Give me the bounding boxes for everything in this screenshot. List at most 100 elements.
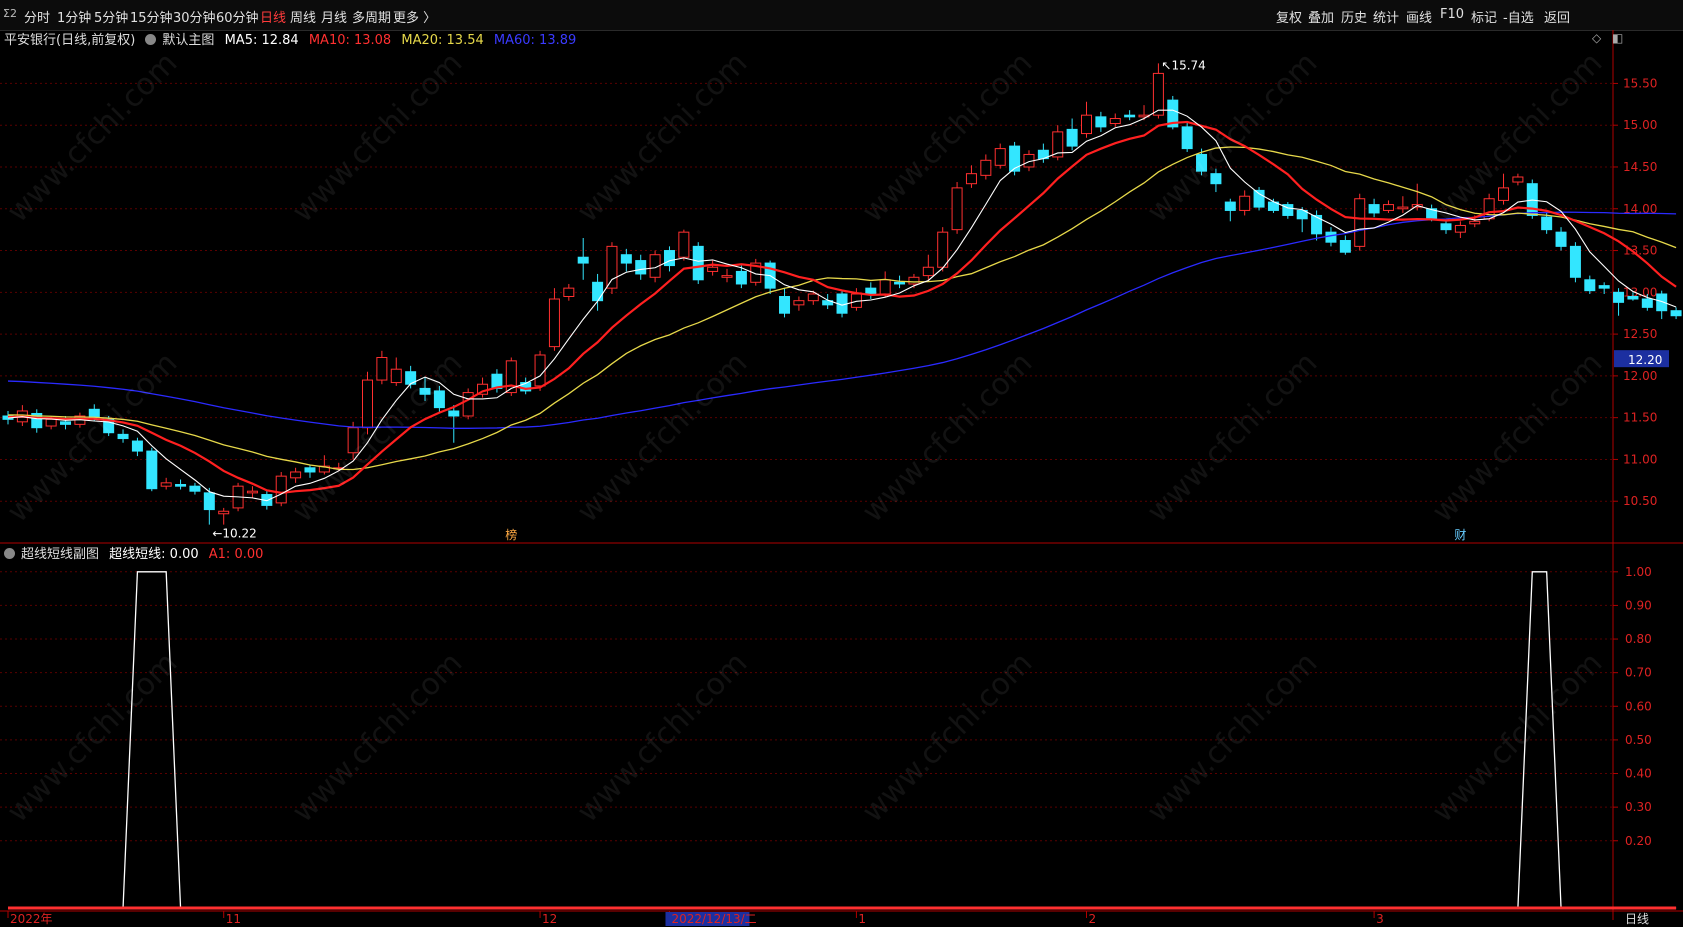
candle-body: [448, 410, 460, 417]
chart-canvas[interactable]: 15.5015.0014.5014.0013.5013.0012.5012.00…: [0, 0, 1683, 927]
candle-body: [175, 484, 187, 487]
candle-body: [1541, 216, 1553, 231]
candle-body: [1081, 114, 1092, 135]
candle-body: [735, 270, 747, 285]
candle-body: [663, 250, 675, 267]
indicator-menu-icon[interactable]: [4, 548, 15, 559]
candle: [131, 437, 143, 457]
candle: [1454, 221, 1466, 239]
y-tick-label: 12.50: [1623, 327, 1657, 341]
candle-body: [189, 485, 201, 492]
y-tick-label: 15.00: [1623, 118, 1657, 132]
candle: [563, 283, 575, 301]
candle-body: [1325, 231, 1337, 243]
x-tick-label: 3: [1376, 912, 1384, 926]
high-price-label: ↖15.74: [1161, 58, 1205, 72]
candle-body: [1397, 206, 1409, 210]
candle: [1670, 307, 1682, 320]
y-tick-label: 13.50: [1623, 244, 1657, 258]
candle: [1081, 101, 1092, 138]
candle-body: [290, 471, 302, 479]
candle-body: [1339, 240, 1351, 253]
candle: [448, 405, 460, 443]
candle: [692, 242, 704, 284]
candle: [362, 371, 373, 435]
candle-body: [1181, 126, 1193, 150]
candle-body: [1454, 224, 1466, 233]
chart-template-label[interactable]: 默认主图: [162, 33, 214, 48]
candle: [246, 486, 258, 498]
sub-y-tick-label: 0.90: [1625, 598, 1652, 612]
candle: [117, 429, 129, 443]
candle: [635, 254, 647, 280]
indicator-title[interactable]: 超线短线副图: [21, 547, 99, 562]
candle-body: [922, 266, 934, 277]
candle-body: [1440, 223, 1452, 231]
candle-body: [1613, 291, 1625, 303]
candle-body: [304, 467, 316, 473]
candle-body: [1555, 231, 1567, 247]
x-tick-label: 2022/12/13/二: [671, 912, 756, 926]
candle: [994, 143, 1006, 169]
candle-body: [390, 368, 402, 384]
candle-body: [951, 187, 963, 231]
diamond-icon[interactable]: ◇: [1592, 31, 1601, 45]
event-mark: 榜: [505, 527, 517, 542]
candle: [1555, 227, 1567, 251]
y-tick-label: 11.00: [1623, 452, 1657, 466]
candle: [405, 365, 417, 389]
candle: [1656, 290, 1668, 320]
candle: [1037, 143, 1049, 163]
candle: [31, 409, 43, 433]
candle: [189, 482, 201, 495]
sub-y-tick-label: 0.40: [1625, 767, 1652, 781]
candle: [376, 350, 388, 385]
candle-body: [620, 254, 632, 264]
candle: [1584, 275, 1596, 294]
y-tick-label: 15.50: [1623, 76, 1657, 90]
candle-body: [1239, 195, 1251, 211]
candle: [1095, 111, 1107, 132]
panel-toggle-icon[interactable]: ◧: [1612, 31, 1623, 45]
candle: [1613, 288, 1625, 316]
candle-body: [88, 408, 100, 419]
candle: [146, 447, 158, 492]
x-tick-label: 2: [1089, 912, 1097, 926]
candle-body: [894, 281, 906, 285]
candle-body: [577, 256, 589, 264]
indicator-value: 超线短线: 0.00: [109, 547, 199, 562]
candle: [663, 246, 675, 272]
candle-body: [1109, 118, 1121, 125]
candle: [937, 227, 949, 272]
candle: [1009, 141, 1021, 176]
ma5-line: [7, 109, 1677, 502]
candle-body: [1354, 198, 1366, 247]
candle-body: [721, 275, 733, 278]
candle: [1066, 118, 1078, 151]
candle-body: [592, 281, 604, 302]
candle: [1382, 200, 1394, 213]
ma5-label: MA5: 12.84: [224, 33, 299, 48]
candle-body: [606, 245, 618, 289]
candle-body: [1641, 298, 1653, 308]
candle: [1052, 125, 1064, 161]
candle-body: [1009, 145, 1021, 172]
candle-body: [548, 298, 560, 348]
candle: [1354, 193, 1366, 251]
candle-body: [45, 418, 57, 427]
candle-body: [1311, 214, 1323, 235]
candle: [980, 154, 992, 180]
candle-body: [534, 354, 546, 387]
candle-body: [462, 392, 474, 417]
candle-body: [60, 421, 72, 425]
candle-body: [1569, 245, 1581, 278]
chart-menu-icon[interactable]: [145, 34, 157, 45]
candle: [433, 385, 445, 413]
candle: [1267, 198, 1279, 213]
stock-title[interactable]: 平安银行(日线,前复权): [4, 33, 135, 48]
candle-body: [203, 492, 215, 511]
candle: [1368, 198, 1380, 218]
candle: [620, 248, 632, 272]
ma60-line: [7, 211, 1677, 429]
candle-body: [1512, 176, 1524, 183]
